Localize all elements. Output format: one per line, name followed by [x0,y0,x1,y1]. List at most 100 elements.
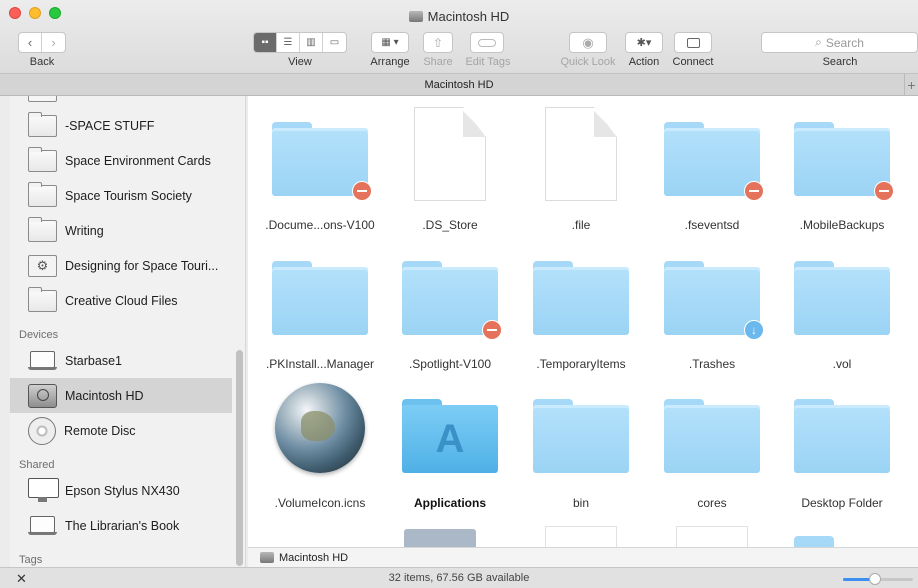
monitor-icon [28,477,59,504]
file-item[interactable]: A Applications [384,376,516,516]
tab-bar: Macintosh HD + [0,74,918,96]
window-title: Macintosh HD [0,9,918,24]
folder-icon [402,261,502,340]
sidebar-section-shared: Shared [19,459,55,471]
sidebar-item-space-tourism-society[interactable]: Space Tourism Society [10,178,232,213]
edit-tags-button[interactable] [470,32,504,53]
file-item[interactable]: .Spotlight-V100 [384,236,516,376]
partial-document-icon [676,526,748,547]
network-icon [686,37,700,48]
file-name: Applications [413,496,486,510]
file-name: .MobileBackups [799,218,885,232]
sidebar-scrollbar[interactable] [236,350,243,566]
sidebar-item-designing-for-space-tourism[interactable]: ⚙ Designing for Space Touri... [10,248,232,283]
file-name: .Docume...ons-V100 [265,218,375,232]
arrange-button[interactable]: ▦ ▾ [371,32,409,53]
gear-folder-icon: ⚙ [28,254,57,277]
sidebar-item-label: Epson Stylus NX430 [65,483,180,498]
path-segment[interactable]: Macintosh HD [279,552,348,564]
sidebar-item-writing[interactable]: Writing [10,213,232,248]
quick-look-button[interactable]: ◉ [569,32,607,53]
action-label: Action [628,56,660,68]
finder-window: Macintosh HD ‹ › Back ▪▪ ☰ ▥ ▭ View ▦ ▾ … [0,0,918,588]
folder-icon [28,286,57,312]
slider-knob[interactable] [868,573,881,585]
toolbar: Macintosh HD ‹ › Back ▪▪ ☰ ▥ ▭ View ▦ ▾ … [0,0,918,74]
gear-icon: ✱▾ [636,37,652,49]
search-input[interactable]: ⌕ Search [761,32,918,53]
sidebar-item-label: Starbase1 [65,353,122,368]
view-mode-control: ▪▪ ☰ ▥ ▭ [253,32,347,53]
share-icon: ⇧ [432,35,444,50]
sidebar-item-label: -SPACE STUFF [65,118,155,133]
action-button[interactable]: ✱▾ [625,32,663,53]
sidebar-item-macintosh-hd[interactable]: Macintosh HD [10,378,232,413]
tab-macintosh-hd[interactable]: Macintosh HD [424,79,493,91]
cover-flow-button[interactable]: ▭ [323,33,346,52]
sidebar-item-label: Remote Disc [64,423,136,438]
folder-icon [794,122,894,201]
download-badge-icon [744,320,764,340]
column-view-button[interactable]: ▥ [300,33,323,52]
sidebar-item-space-stuff[interactable]: -SPACE STUFF [10,108,232,143]
file-item[interactable]: .DS_Store [384,96,516,236]
folder-icon [272,261,368,335]
sidebar-item-starbase1[interactable]: Starbase1 [10,343,232,378]
icon-view-button[interactable]: ▪▪ [254,33,277,52]
file-name: bin [572,496,589,510]
file-name: .PKInstall...Manager [265,357,375,371]
sidebar-item-label: Space Environment Cards [65,153,211,168]
eye-icon: ◉ [582,34,594,50]
sidebar-item-creative-cloud-files[interactable]: Creative Cloud Files [10,283,232,318]
sidebar-item-label: Space Tourism Society [65,188,192,203]
toggle-sidebar-icon[interactable]: ✕ [16,571,27,587]
sidebar-item-label: Creative Cloud Files [65,293,178,308]
folder-icon [28,146,57,172]
file-name: .TemporaryItems [536,357,626,371]
file-item[interactable]: bin [515,376,647,516]
file-item[interactable]: .vol [776,236,908,376]
globe-icon [275,383,365,473]
back-button[interactable]: ‹ [19,33,42,52]
icon-size-slider[interactable] [843,573,913,585]
file-item[interactable]: cores [646,376,778,516]
file-item[interactable]: .fseventsd [646,96,778,236]
file-grid: .Docume...ons-V100 .DS_Store .file .fsev… [248,96,918,547]
restricted-badge-icon [744,181,764,201]
laptop-icon [28,350,57,372]
file-item[interactable]: .Docume...ons-V100 [254,96,386,236]
sidebar-item-librarians-book[interactable]: The Librarian's Book [10,508,232,543]
file-item[interactable]: .Trashes [646,236,778,376]
folder-icon [794,261,890,335]
file-item[interactable]: .VolumeIcon.icns [254,376,386,516]
restricted-badge-icon [352,181,372,201]
forward-button[interactable]: › [42,33,65,52]
file-item[interactable]: .PKInstall...Manager [254,236,386,376]
restricted-badge-icon [482,320,502,340]
search-icon: ⌕ [815,35,822,49]
file-item[interactable]: .file [515,96,647,236]
new-tab-button[interactable]: + [904,74,918,96]
sidebar-item-epson-stylus[interactable]: Epson Stylus NX430 [10,473,232,508]
file-item[interactable]: .MobileBackups [776,96,908,236]
file-item[interactable]: Desktop Folder [776,376,908,516]
list-view-button[interactable]: ☰ [277,33,300,52]
tag-icon [478,38,496,47]
search-placeholder: Search [825,35,864,50]
partial-item-icon [404,529,476,547]
document-icon [545,107,617,201]
file-name: Desktop Folder [801,496,883,510]
sidebar-item-space-environment-cards[interactable]: Space Environment Cards [10,143,232,178]
view-label: View [288,56,312,68]
sidebar: -SPACE STUFF Space Environment Cards Spa… [10,96,246,570]
file-item[interactable]: .TemporaryItems [515,236,647,376]
partial-document-icon [545,526,617,547]
folder-icon [664,122,764,201]
hard-drive-icon [408,11,423,22]
hard-drive-icon [28,383,57,408]
connect-button[interactable] [674,32,712,53]
folder-icon [28,96,57,102]
sidebar-item-remote-disc[interactable]: Remote Disc [10,413,232,448]
share-button[interactable]: ⇧ [423,32,453,53]
folder-icon [664,261,764,340]
